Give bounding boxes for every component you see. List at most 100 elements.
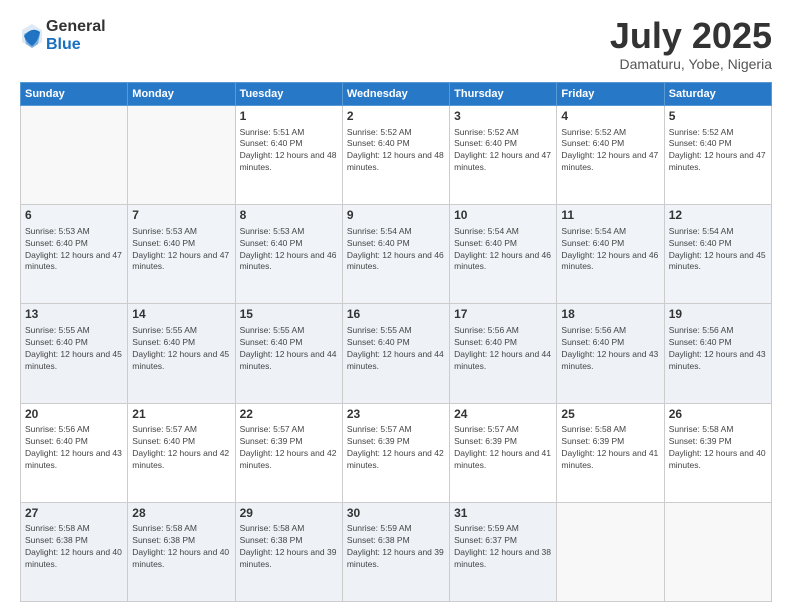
day-info: Sunrise: 5:54 AM Sunset: 6:40 PM Dayligh… [347,226,445,274]
day-number: 1 [240,109,338,125]
table-row: 18 Sunrise: 5:56 AM Sunset: 6:40 PM Dayli… [557,304,664,403]
col-thursday: Thursday [450,83,557,106]
table-row: 8Sunrise: 5:53 AM Sunset: 6:40 PM Daylig… [235,205,342,304]
day-number: 24 [454,407,552,423]
month-title: July 2025 [610,18,772,54]
day-info: Sunrise: 5:54 AM Sunset: 6:40 PM Dayligh… [454,226,552,274]
logo-general-text: General [46,18,106,36]
table-row: 3Sunrise: 5:52 AM Sunset: 6:40 PM Daylig… [450,106,557,205]
day-number: 28 [132,506,230,522]
day-number: 5 [669,109,767,125]
day-number: 12 [669,208,767,224]
day-info: Sunrise: 5:57 AM Sunset: 6:39 PM Dayligh… [347,424,445,472]
day-number: 29 [240,506,338,522]
logo-text: General Blue [46,18,106,53]
day-number: 30 [347,506,445,522]
day-number: 20 [25,407,123,423]
table-row: 17Sunrise: 5:56 AM Sunset: 6:40 PM Dayli… [450,304,557,403]
table-row: 1Sunrise: 5:51 AM Sunset: 6:40 PM Daylig… [235,106,342,205]
location: Damaturu, Yobe, Nigeria [610,56,772,72]
day-number: 7 [132,208,230,224]
day-info: Sunrise: 5:59 AM Sunset: 6:37 PM Dayligh… [454,523,552,571]
day-number: 14 [132,307,230,323]
logo-icon [20,22,44,50]
col-tuesday: Tuesday [235,83,342,106]
day-number: 17 [454,307,552,323]
day-number: 18 [561,307,659,323]
day-number: 13 [25,307,123,323]
table-row: 2Sunrise: 5:52 AM Sunset: 6:40 PM Daylig… [342,106,449,205]
day-info: Sunrise: 5:59 AM Sunset: 6:38 PM Dayligh… [347,523,445,571]
calendar: Sunday Monday Tuesday Wednesday Thursday… [20,82,772,602]
day-info: Sunrise: 5:53 AM Sunset: 6:40 PM Dayligh… [25,226,123,274]
table-row: 5 Sunrise: 5:52 AM Sunset: 6:40 PM Daylig… [664,106,771,205]
day-number: 9 [347,208,445,224]
table-row [21,106,128,205]
col-monday: Monday [128,83,235,106]
day-number: 31 [454,506,552,522]
table-row: 22Sunrise: 5:57 AM Sunset: 6:39 PM Dayli… [235,403,342,502]
calendar-week-5: 27Sunrise: 5:58 AM Sunset: 6:38 PM Dayli… [21,502,772,601]
table-row: 4 Sunrise: 5:52 AM Sunset: 6:40 PM Daylig… [557,106,664,205]
day-number: 4 [561,109,659,125]
calendar-header-row: Sunday Monday Tuesday Wednesday Thursday… [21,83,772,106]
day-number: 8 [240,208,338,224]
day-info: Sunrise: 5:52 AM Sunset: 6:40 PM Dayligh… [669,127,767,175]
day-number: 2 [347,109,445,125]
table-row [557,502,664,601]
day-number: 15 [240,307,338,323]
calendar-week-1: 1Sunrise: 5:51 AM Sunset: 6:40 PM Daylig… [21,106,772,205]
day-number: 26 [669,407,767,423]
day-info: Sunrise: 5:58 AM Sunset: 6:38 PM Dayligh… [132,523,230,571]
table-row [128,106,235,205]
day-number: 3 [454,109,552,125]
logo: General Blue [20,18,106,53]
table-row: 31Sunrise: 5:59 AM Sunset: 6:37 PM Dayli… [450,502,557,601]
table-row: 21Sunrise: 5:57 AM Sunset: 6:40 PM Dayli… [128,403,235,502]
col-saturday: Saturday [664,83,771,106]
day-info: Sunrise: 5:58 AM Sunset: 6:39 PM Dayligh… [561,424,659,472]
day-info: Sunrise: 5:56 AM Sunset: 6:40 PM Dayligh… [25,424,123,472]
day-info: Sunrise: 5:55 AM Sunset: 6:40 PM Dayligh… [347,325,445,373]
page: General Blue July 2025 Damaturu, Yobe, N… [0,0,792,612]
logo-blue-text: Blue [46,36,106,54]
table-row: 27Sunrise: 5:58 AM Sunset: 6:38 PM Dayli… [21,502,128,601]
table-row: 25Sunrise: 5:58 AM Sunset: 6:39 PM Dayli… [557,403,664,502]
table-row: 6Sunrise: 5:53 AM Sunset: 6:40 PM Daylig… [21,205,128,304]
col-sunday: Sunday [21,83,128,106]
table-row: 24Sunrise: 5:57 AM Sunset: 6:39 PM Dayli… [450,403,557,502]
day-info: Sunrise: 5:53 AM Sunset: 6:40 PM Dayligh… [132,226,230,274]
calendar-week-3: 13 Sunrise: 5:55 AM Sunset: 6:40 PM Dayli… [21,304,772,403]
day-info: Sunrise: 5:52 AM Sunset: 6:40 PM Dayligh… [561,127,659,175]
table-row: 23Sunrise: 5:57 AM Sunset: 6:39 PM Dayli… [342,403,449,502]
table-row: 10 Sunrise: 5:54 AM Sunset: 6:40 PM Dayli… [450,205,557,304]
day-info: Sunrise: 5:55 AM Sunset: 6:40 PM Dayligh… [132,325,230,373]
day-info: Sunrise: 5:55 AM Sunset: 6:40 PM Dayligh… [240,325,338,373]
day-info: Sunrise: 5:56 AM Sunset: 6:40 PM Dayligh… [669,325,767,373]
table-row: 15 Sunrise: 5:55 AM Sunset: 6:40 PM Dayli… [235,304,342,403]
col-friday: Friday [557,83,664,106]
day-number: 16 [347,307,445,323]
day-number: 27 [25,506,123,522]
col-wednesday: Wednesday [342,83,449,106]
day-info: Sunrise: 5:57 AM Sunset: 6:39 PM Dayligh… [454,424,552,472]
day-number: 10 [454,208,552,224]
day-info: Sunrise: 5:58 AM Sunset: 6:38 PM Dayligh… [25,523,123,571]
day-number: 22 [240,407,338,423]
day-number: 25 [561,407,659,423]
table-row: 11Sunrise: 5:54 AM Sunset: 6:40 PM Dayli… [557,205,664,304]
day-info: Sunrise: 5:58 AM Sunset: 6:39 PM Dayligh… [669,424,767,472]
table-row: 14 Sunrise: 5:55 AM Sunset: 6:40 PM Dayli… [128,304,235,403]
table-row: 13Sunrise: 5:55 AM Sunset: 6:40 PM Dayli… [21,304,128,403]
title-block: July 2025 Damaturu, Yobe, Nigeria [610,18,772,72]
table-row: 20Sunrise: 5:56 AM Sunset: 6:40 PM Dayli… [21,403,128,502]
day-info: Sunrise: 5:57 AM Sunset: 6:40 PM Dayligh… [132,424,230,472]
header: General Blue July 2025 Damaturu, Yobe, N… [20,18,772,72]
day-info: Sunrise: 5:56 AM Sunset: 6:40 PM Dayligh… [561,325,659,373]
table-row: 26Sunrise: 5:58 AM Sunset: 6:39 PM Dayli… [664,403,771,502]
table-row: 19Sunrise: 5:56 AM Sunset: 6:40 PM Dayli… [664,304,771,403]
day-info: Sunrise: 5:54 AM Sunset: 6:40 PM Dayligh… [561,226,659,274]
table-row [664,502,771,601]
day-number: 21 [132,407,230,423]
day-info: Sunrise: 5:58 AM Sunset: 6:38 PM Dayligh… [240,523,338,571]
